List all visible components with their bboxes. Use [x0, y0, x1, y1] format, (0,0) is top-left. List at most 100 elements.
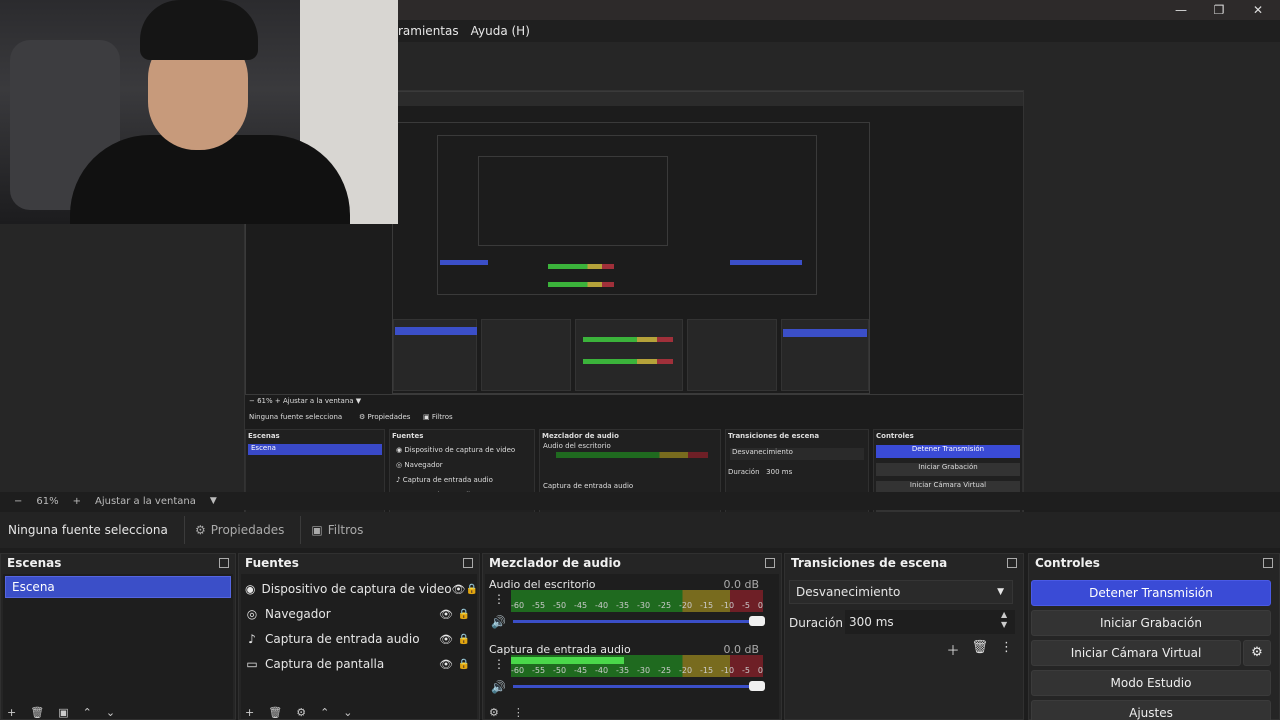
menu-item-help[interactable]: Ayuda (H): [471, 24, 530, 38]
more-options-icon[interactable]: ⋮: [1000, 640, 1013, 659]
remove-source-icon[interactable]: 🗑: [268, 706, 282, 719]
scenes-list: Escena: [3, 574, 233, 719]
zoom-out-button[interactable]: −: [14, 496, 22, 507]
mixer-menu-icon[interactable]: ⋮: [513, 706, 524, 719]
meter-tick: -50: [553, 666, 567, 675]
move-down-icon[interactable]: ⌄: [343, 706, 352, 719]
speaker-icon[interactable]: 🔊: [491, 680, 506, 694]
source-name: Dispositivo de captura de video: [261, 582, 452, 596]
nested-selection: [395, 327, 477, 335]
zoom-in-button[interactable]: +: [73, 496, 81, 507]
lock-icon[interactable]: 🔒: [455, 659, 473, 670]
chevron-down-icon: ▼: [997, 587, 1004, 597]
nested-capture-4: [478, 156, 668, 246]
monitor-icon: ▭: [246, 657, 258, 671]
volume-slider[interactable]: [513, 620, 759, 623]
filters-button[interactable]: ▣ Filtros: [300, 516, 373, 544]
mixer-body: Audio del escritorio 0.0 dB ⋮ -60 -55 -50-…: [485, 574, 779, 719]
float-dock-icon[interactable]: [1007, 558, 1017, 568]
nested-selection: [440, 260, 488, 265]
no-source-label: Ninguna fuente selecciona: [8, 523, 168, 537]
close-button[interactable]: ✕: [1245, 2, 1271, 18]
transition-select[interactable]: Desvanecimiento ▼: [789, 580, 1013, 604]
scenes-title: Escenas: [7, 556, 62, 570]
meter-ticks: -60 -55 -50 -45 -40 -35 -30 -25 -20 -15 -10 -5 0: [511, 666, 763, 676]
channel-menu-icon[interactable]: ⋮: [493, 657, 505, 671]
source-name: Navegador: [265, 607, 331, 621]
menu-item-tools[interactable]: ramientas: [398, 24, 459, 38]
meter-tick: -15: [700, 666, 714, 675]
stop-streaming-button[interactable]: Detener Transmisión: [1031, 580, 1271, 606]
duration-spinner[interactable]: ▲ ▼: [1001, 610, 1007, 630]
move-up-icon[interactable]: ⌃: [83, 706, 92, 719]
start-virtual-camera-button[interactable]: Iniciar Cámara Virtual: [1031, 640, 1241, 666]
lock-icon[interactable]: 🔒: [466, 584, 478, 595]
add-source-icon[interactable]: +: [245, 706, 254, 719]
source-item[interactable]: ◎ Navegador 👁 🔒: [245, 603, 473, 625]
mixer-title: Mezclador de audio: [489, 556, 621, 570]
float-dock-icon[interactable]: [765, 558, 775, 568]
meter-tick: -5: [742, 601, 750, 610]
meter-tick: -5: [742, 666, 750, 675]
eye-icon[interactable]: 👁: [437, 633, 455, 646]
meter-tick: -60: [511, 601, 525, 610]
add-scene-icon[interactable]: +: [7, 706, 16, 719]
meter-tick: -50: [553, 601, 567, 610]
eye-icon[interactable]: 👁: [452, 583, 466, 596]
sources-list: ◉ Dispositivo de captura de video 👁 🔒 ◎ …: [241, 574, 478, 719]
trash-icon[interactable]: 🗑: [971, 640, 988, 659]
volume-level: [511, 657, 624, 664]
meter-tick: -20: [679, 666, 693, 675]
meter-ticks: -60 -55 -50 -45 -40 -35 -30 -25 -20 -15 -10 -5 0: [511, 601, 763, 611]
nested-meter: [583, 337, 673, 342]
source-item[interactable]: ▭ Captura de pantalla 👁 🔒: [245, 653, 473, 675]
meter-tick: -45: [574, 601, 588, 610]
maximize-button[interactable]: ❐: [1206, 2, 1232, 18]
lock-icon[interactable]: 🔒: [455, 634, 473, 645]
float-dock-icon[interactable]: [219, 558, 229, 568]
filters-scene-icon[interactable]: ▣: [58, 706, 68, 719]
volume-slider-handle[interactable]: [749, 681, 765, 691]
gear-icon[interactable]: ⚙: [1243, 640, 1271, 666]
lock-icon[interactable]: 🔒: [455, 609, 473, 620]
speaker-icon[interactable]: 🔊: [491, 615, 506, 629]
channel-menu-icon[interactable]: ⋮: [493, 592, 505, 606]
eye-icon[interactable]: 👁: [437, 658, 455, 671]
meter-tick: -55: [532, 601, 546, 610]
volume-slider[interactable]: [513, 685, 759, 688]
meter-tick: -55: [532, 666, 546, 675]
source-item[interactable]: ◉ Dispositivo de captura de video 👁 🔒: [245, 578, 478, 600]
duration-field[interactable]: 300 ms: [845, 610, 1015, 634]
settings-button[interactable]: Ajustes: [1031, 700, 1271, 720]
move-up-icon[interactable]: ⌃: [320, 706, 329, 719]
remove-scene-icon[interactable]: 🗑: [30, 706, 44, 719]
inner-zoom: − 61% + Ajustar a la ventana ▼: [249, 397, 362, 405]
filter-icon: ▣: [311, 523, 323, 537]
volume-slider-handle[interactable]: [749, 616, 765, 626]
scene-item[interactable]: Escena: [5, 576, 231, 598]
nested-meter: [583, 359, 673, 364]
move-down-icon[interactable]: ⌄: [106, 706, 115, 719]
source-properties-icon[interactable]: ⚙: [296, 706, 306, 719]
meter-tick: -25: [658, 601, 672, 610]
transition-tools: ＋ 🗑 ⋮: [946, 640, 1013, 659]
meter-tick: -10: [721, 666, 735, 675]
properties-button[interactable]: ⚙ Propiedades: [184, 516, 294, 544]
studio-mode-button[interactable]: Modo Estudio: [1031, 670, 1271, 696]
obs-window: — ❐ ✕ ramientas Ayuda (H) − 61% + Ajusta…: [0, 0, 1280, 720]
eye-icon[interactable]: 👁: [437, 608, 455, 621]
camera-icon: ◉: [245, 582, 256, 596]
sources-dock: Fuentes ◉ Dispositivo de captura de vide…: [238, 553, 480, 720]
source-item[interactable]: ♪ Captura de entrada audio 👁 🔒: [245, 628, 473, 650]
fit-to-window[interactable]: Ajustar a la ventana: [95, 496, 196, 507]
meter-tick: -15: [700, 601, 714, 610]
meter-tick: -30: [637, 601, 651, 610]
float-dock-icon[interactable]: [463, 558, 473, 568]
add-transition-icon[interactable]: ＋: [946, 640, 959, 659]
start-recording-button[interactable]: Iniciar Grabación: [1031, 610, 1271, 636]
float-dock-icon[interactable]: [1263, 558, 1273, 568]
fit-dropdown-icon[interactable]: ▼: [210, 496, 217, 506]
scenes-dock: Escenas Escena + 🗑 ▣ ⌃ ⌄: [0, 553, 236, 720]
minimize-button[interactable]: —: [1168, 2, 1194, 18]
mixer-settings-icon[interactable]: ⚙: [489, 706, 499, 719]
